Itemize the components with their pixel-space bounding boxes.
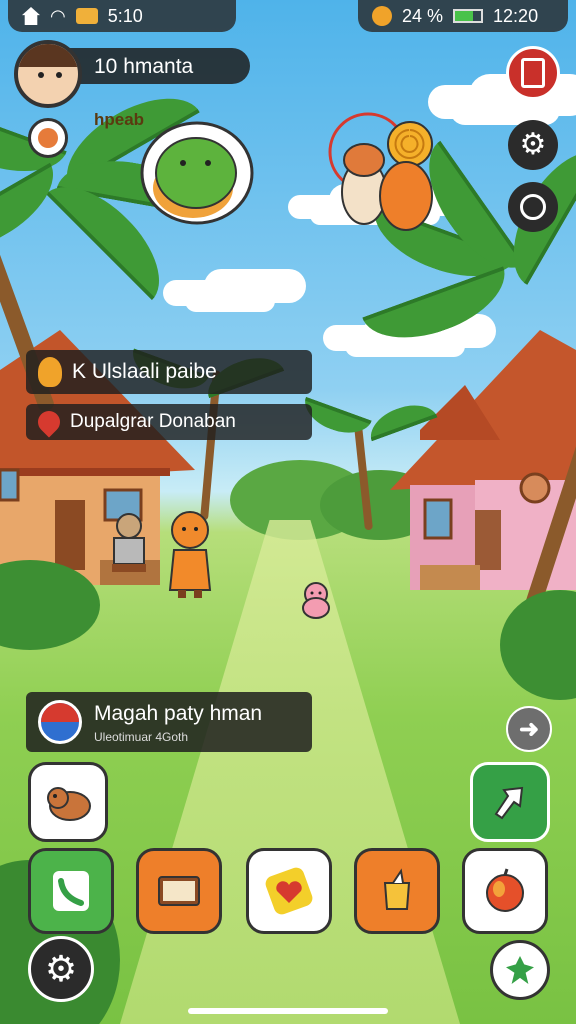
quest-banner-1[interactable]: K Ulslaali paibe <box>26 350 312 394</box>
avatar-hair <box>18 44 78 67</box>
map-icon <box>38 700 82 744</box>
friends-badge[interactable] <box>328 112 438 234</box>
battery-icon <box>453 9 484 23</box>
status-bar-right: 24 % 12:20 <box>358 0 568 32</box>
home-icon <box>22 7 40 25</box>
avatar-eye <box>38 72 44 78</box>
status-time-right: 12:20 <box>493 5 539 26</box>
compass-icon <box>520 194 546 220</box>
pet-button[interactable] <box>28 762 108 842</box>
avatar-eye <box>56 72 62 78</box>
cup-icon <box>383 868 411 910</box>
bag-button[interactable] <box>506 46 560 100</box>
villager-npc-sitting[interactable] <box>104 510 154 575</box>
map-pin-icon <box>33 406 65 438</box>
leaf-icon <box>506 956 534 984</box>
bag-icon <box>521 58 545 88</box>
quest-label: K Ulslaali paibe <box>72 360 217 383</box>
settings-button[interactable]: ⚙ <box>28 936 94 1002</box>
phone-icon <box>53 871 89 911</box>
heart-button[interactable] <box>246 848 332 934</box>
acorn-icon <box>38 357 62 387</box>
player-level-text: 10 hmanta <box>94 55 194 78</box>
gear-icon: ⚙ <box>44 948 78 989</box>
palm-frond <box>0 162 70 273</box>
gear-icon: ⚙ <box>519 128 547 161</box>
cloud <box>450 95 560 125</box>
settings-button-top[interactable]: ⚙ <box>508 120 558 170</box>
bush <box>500 590 576 700</box>
friend-icon <box>38 128 58 148</box>
cloud <box>185 290 275 312</box>
apple-button[interactable] <box>462 848 548 934</box>
leaf-button[interactable] <box>490 940 550 1000</box>
heart-icon <box>265 867 313 915</box>
player-sub-label: hpeab <box>94 110 145 129</box>
book-button[interactable] <box>136 848 222 934</box>
tea-button[interactable] <box>354 848 440 934</box>
status-bar-left: ◠ 5:10 <box>8 0 236 32</box>
book-icon <box>158 876 200 906</box>
status-time-left: 5:10 <box>107 5 143 26</box>
villager-npc-fox[interactable] <box>160 505 220 600</box>
compass-button[interactable] <box>508 182 558 232</box>
green-creature-badge[interactable] <box>138 118 256 228</box>
wifi-icon: ◠ <box>50 5 66 26</box>
next-button[interactable]: ➜ <box>506 706 552 752</box>
phone-button[interactable] <box>28 848 114 934</box>
avatar[interactable] <box>14 40 82 108</box>
map-icon-fold <box>41 703 79 722</box>
arrow-right-icon: ➜ <box>518 715 540 743</box>
notification-title: Magah paty hman <box>94 702 263 725</box>
map-navigate-button[interactable] <box>470 762 550 842</box>
pet-icon <box>47 787 91 821</box>
battery-percent: 24 % <box>402 5 444 26</box>
pet-pig[interactable] <box>298 580 334 620</box>
home-indicator[interactable] <box>188 1008 388 1014</box>
notification-subtitle: Uleotimuar 4Goth <box>94 730 189 744</box>
notification-card[interactable]: Magah paty hman Uleotimuar 4Goth <box>26 692 312 752</box>
quest-label: Dupalgrar Donaban <box>70 411 236 432</box>
friend-avatar[interactable] <box>28 118 68 158</box>
apple-icon <box>486 868 524 912</box>
signal-icon <box>372 6 392 26</box>
message-icon <box>75 8 98 24</box>
navigate-icon <box>494 786 524 820</box>
quest-banner-2[interactable]: Dupalgrar Donaban <box>26 404 312 440</box>
